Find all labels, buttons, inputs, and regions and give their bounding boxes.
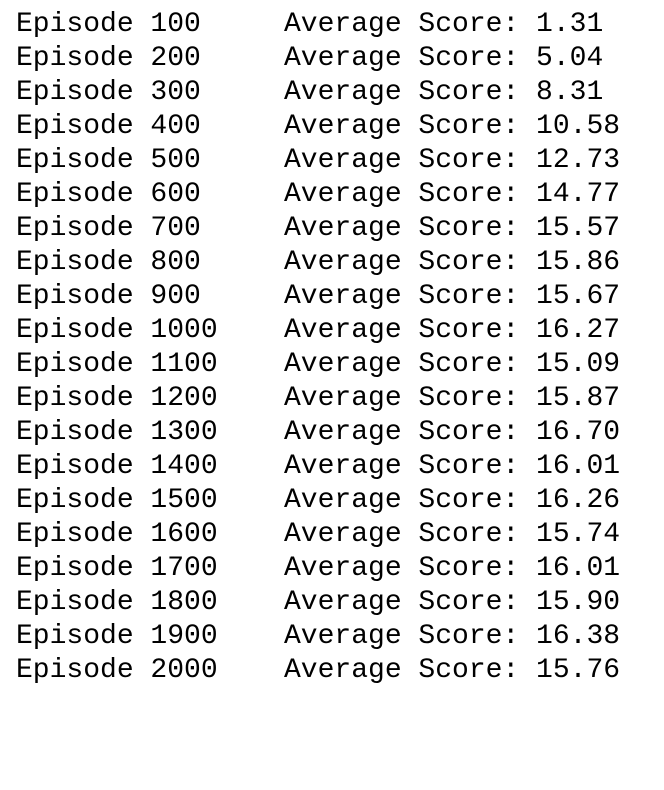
episode-label: Episode 2000 bbox=[16, 655, 218, 686]
average-score-label: Average Score: 16.38 bbox=[284, 621, 621, 652]
episode-label: Episode 100 bbox=[16, 9, 201, 40]
average-score-label: Average Score: 10.58 bbox=[284, 111, 621, 142]
average-score-label: Average Score: 15.86 bbox=[284, 247, 621, 278]
average-score-label: Average Score: 16.26 bbox=[284, 485, 621, 516]
episode-label: Episode 1600 bbox=[16, 519, 218, 550]
log-line: Episode 300 Average Score: 8.31 bbox=[0, 76, 664, 110]
average-score-label: Average Score: 14.77 bbox=[284, 179, 621, 210]
training-log-output: Episode 100 Average Score: 1.31 Episode … bbox=[0, 0, 664, 702]
average-score-label: Average Score: 15.76 bbox=[284, 655, 621, 686]
average-score-label: Average Score: 15.74 bbox=[284, 519, 621, 550]
average-score-label: Average Score: 15.90 bbox=[284, 587, 621, 618]
log-line: Episode 1500 Average Score: 16.26 bbox=[0, 484, 664, 518]
log-line: Episode 1300 Average Score: 16.70 bbox=[0, 416, 664, 450]
episode-label: Episode 1500 bbox=[16, 485, 218, 516]
log-line: Episode 1100 Average Score: 15.09 bbox=[0, 348, 664, 382]
average-score-label: Average Score: 15.87 bbox=[284, 383, 621, 414]
episode-label: Episode 600 bbox=[16, 179, 201, 210]
log-line: Episode 600 Average Score: 14.77 bbox=[0, 178, 664, 212]
episode-label: Episode 700 bbox=[16, 213, 201, 244]
average-score-label: Average Score: 8.31 bbox=[284, 77, 604, 108]
episode-label: Episode 1400 bbox=[16, 451, 218, 482]
episode-label: Episode 1000 bbox=[16, 315, 218, 346]
episode-label: Episode 1200 bbox=[16, 383, 218, 414]
log-line: Episode 900 Average Score: 15.67 bbox=[0, 280, 664, 314]
episode-label: Episode 800 bbox=[16, 247, 201, 278]
average-score-label: Average Score: 16.01 bbox=[284, 553, 621, 584]
episode-label: Episode 200 bbox=[16, 43, 201, 74]
log-line: Episode 500 Average Score: 12.73 bbox=[0, 144, 664, 178]
log-line: Episode 1900 Average Score: 16.38 bbox=[0, 620, 664, 654]
average-score-label: Average Score: 15.57 bbox=[284, 213, 621, 244]
log-line: Episode 2000 Average Score: 15.76 bbox=[0, 654, 664, 688]
log-line: Episode 1700 Average Score: 16.01 bbox=[0, 552, 664, 586]
episode-label: Episode 1300 bbox=[16, 417, 218, 448]
log-line: Episode 400 Average Score: 10.58 bbox=[0, 110, 664, 144]
episode-label: Episode 1800 bbox=[16, 587, 218, 618]
episode-label: Episode 1900 bbox=[16, 621, 218, 652]
episode-label: Episode 300 bbox=[16, 77, 201, 108]
episode-label: Episode 1100 bbox=[16, 349, 218, 380]
log-line: Episode 1200 Average Score: 15.87 bbox=[0, 382, 664, 416]
episode-label: Episode 900 bbox=[16, 281, 201, 312]
log-line: Episode 200 Average Score: 5.04 bbox=[0, 42, 664, 76]
average-score-label: Average Score: 15.67 bbox=[284, 281, 621, 312]
log-line: Episode 1400 Average Score: 16.01 bbox=[0, 450, 664, 484]
average-score-label: Average Score: 15.09 bbox=[284, 349, 621, 380]
average-score-label: Average Score: 16.01 bbox=[284, 451, 621, 482]
episode-label: Episode 1700 bbox=[16, 553, 218, 584]
log-line: Episode 700 Average Score: 15.57 bbox=[0, 212, 664, 246]
log-line: Episode 800 Average Score: 15.86 bbox=[0, 246, 664, 280]
average-score-label: Average Score: 16.70 bbox=[284, 417, 621, 448]
log-line: Episode 100 Average Score: 1.31 bbox=[0, 8, 664, 42]
average-score-label: Average Score: 12.73 bbox=[284, 145, 621, 176]
log-line: Episode 1600 Average Score: 15.74 bbox=[0, 518, 664, 552]
log-line: Episode 1000 Average Score: 16.27 bbox=[0, 314, 664, 348]
log-line: Episode 1800 Average Score: 15.90 bbox=[0, 586, 664, 620]
episode-label: Episode 400 bbox=[16, 111, 201, 142]
average-score-label: Average Score: 1.31 bbox=[284, 9, 604, 40]
average-score-label: Average Score: 16.27 bbox=[284, 315, 621, 346]
average-score-label: Average Score: 5.04 bbox=[284, 43, 604, 74]
episode-label: Episode 500 bbox=[16, 145, 201, 176]
